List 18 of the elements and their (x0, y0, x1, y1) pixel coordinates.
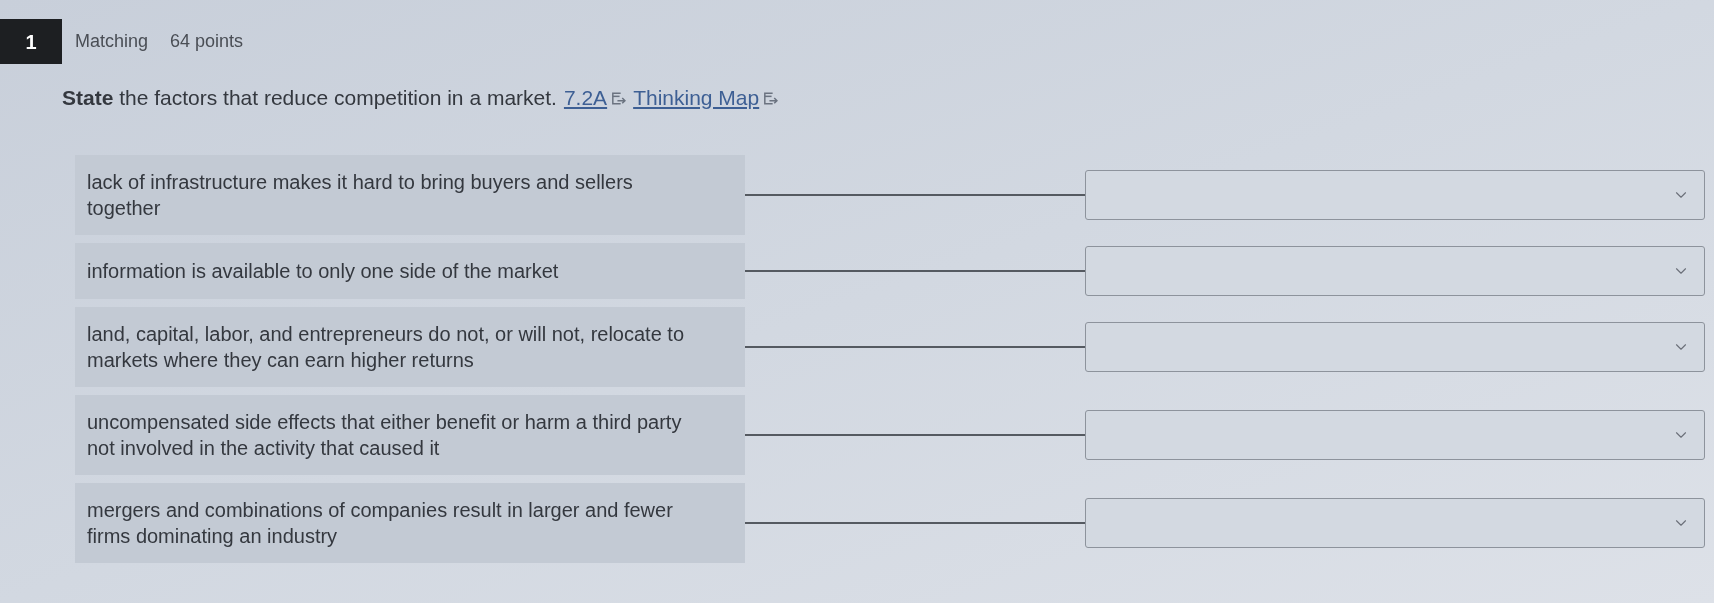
resource-link[interactable]: Thinking Map (633, 84, 779, 112)
answer-dropdown[interactable] (1085, 246, 1705, 296)
answer-dropdown[interactable] (1085, 498, 1705, 548)
match-prompt: uncompensated side effects that either beneﬁt or harm a third party not involved in the activity that caused it (75, 395, 745, 475)
match-prompt: lack of infrastructure makes it hard to bring buyers and sellers together (75, 155, 745, 235)
match-prompt: information is available to only one side of the market (75, 243, 745, 299)
question-type: Matching (75, 30, 149, 53)
question-prompt: State the factors that reduce competition in a market. (62, 85, 557, 111)
answer-dropdown[interactable] (1085, 410, 1705, 460)
match-prompt: mergers and combinations of companies result in larger and fewer ﬁrms dominating an industry (75, 483, 745, 563)
answer-dropdown[interactable] (1085, 322, 1705, 372)
points-label: 64 points (170, 30, 244, 53)
match-prompt: land, capital, labor, and entrepreneurs do not, or will not, relocate to markets where they can earn higher returns (75, 307, 745, 387)
external-link-icon (763, 92, 779, 105)
resource-link[interactable]: 7.2A (563, 84, 627, 112)
answer-dropdown[interactable] (1085, 170, 1705, 220)
external-link-icon (611, 92, 627, 105)
question-number: 1 (0, 19, 62, 64)
